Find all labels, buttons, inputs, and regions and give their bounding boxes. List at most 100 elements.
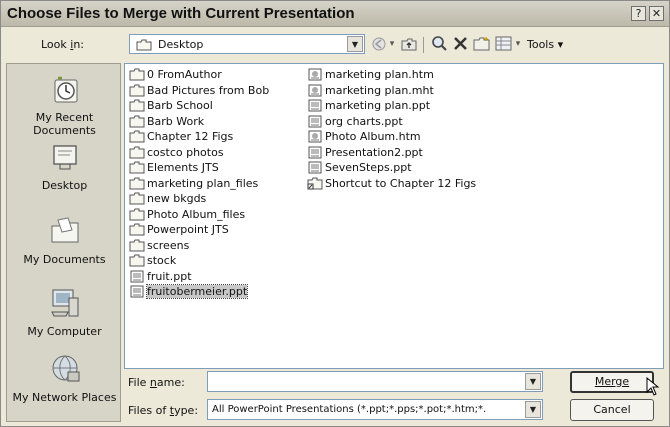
file-list-item[interactable]: Photo Album_files xyxy=(129,207,269,223)
file-list-item[interactable]: marketing plan.mht xyxy=(307,83,476,99)
file-list-item[interactable]: org charts.ppt xyxy=(307,114,476,130)
search-web-icon[interactable] xyxy=(431,35,448,52)
file-list-item-name: Bad Pictures from Bob xyxy=(147,83,270,97)
file-name-label: File name: xyxy=(128,376,185,389)
merge-files-dialog: Choose Files to Merge with Current Prese… xyxy=(0,0,670,427)
file-list-item-name: fruit.ppt xyxy=(147,269,192,283)
my-computer-icon xyxy=(50,289,78,317)
place-label-desktop: Desktop xyxy=(41,179,88,192)
file-list[interactable]: 0 FromAuthor Bad Pictures from Bob Barb Sc… xyxy=(124,63,664,369)
back-icon[interactable] xyxy=(371,36,387,52)
file-list-item[interactable]: costco photos xyxy=(129,145,269,161)
file-list-item-name: Chapter 12 Figs xyxy=(147,130,234,144)
file-list-item[interactable]: stock xyxy=(129,253,269,269)
files-of-type-label: Files of type: xyxy=(128,404,199,417)
file-list-item[interactable]: screens xyxy=(129,238,269,254)
file-list-item[interactable]: Shortcut to Chapter 12 Figs xyxy=(307,176,476,192)
file-list-item-name: costco photos xyxy=(147,145,224,159)
file-list-item-name: fruitobermeier.ppt xyxy=(145,284,249,300)
file-list-item[interactable]: marketing plan.htm xyxy=(307,67,476,83)
file-list-item-name: screens xyxy=(147,238,190,252)
place-network[interactable]: My Network Places xyxy=(7,352,122,404)
file-list-item-name: stock xyxy=(147,254,177,268)
look-in-dropdown[interactable]: Desktop ▼ xyxy=(129,34,365,54)
file-list-item-name: SevenSteps.ppt xyxy=(325,161,412,175)
folder-icon xyxy=(129,115,145,128)
file-list-item[interactable]: marketing plan.ppt xyxy=(307,98,476,114)
file-list-item[interactable]: 0 FromAuthor xyxy=(129,67,269,83)
folder-icon xyxy=(129,146,145,159)
shortcut-icon xyxy=(307,177,323,190)
views-icon[interactable] xyxy=(495,36,512,51)
folder-icon xyxy=(129,208,145,221)
ppt-file-icon xyxy=(308,99,322,112)
place-desktop[interactable]: Desktop xyxy=(7,140,122,192)
ppt-file-icon xyxy=(308,146,322,159)
tools-menu[interactable]: Tools ▾ xyxy=(527,38,563,51)
file-list-column-2: marketing plan.htm marketing plan.mht mark… xyxy=(307,67,476,191)
file-name-input[interactable]: ▼ xyxy=(207,371,543,392)
file-list-item[interactable]: Powerpoint JTS xyxy=(129,222,269,238)
toolbar-separator xyxy=(423,37,424,53)
chevron-down-icon[interactable]: ▼ xyxy=(525,373,541,390)
file-list-item[interactable]: Elements JTS xyxy=(129,160,269,176)
place-my-computer[interactable]: My Computer xyxy=(7,286,122,338)
chevron-down-icon[interactable]: ▼ xyxy=(525,401,541,418)
folder-icon xyxy=(129,84,145,97)
file-list-item[interactable]: SevenSteps.ppt xyxy=(307,160,476,176)
folder-icon xyxy=(129,161,145,174)
file-list-item[interactable]: Bad Pictures from Bob xyxy=(129,83,269,99)
folder-icon xyxy=(129,192,145,205)
htm-file-icon xyxy=(308,84,322,97)
delete-icon[interactable] xyxy=(453,36,468,51)
back-dropdown-icon[interactable]: ▾ xyxy=(387,34,397,54)
chevron-down-icon[interactable]: ▼ xyxy=(347,36,363,52)
file-list-item[interactable]: new bkgds xyxy=(129,191,269,207)
files-of-type-dropdown[interactable]: All PowerPoint Presentations (*.ppt;*.pp… xyxy=(207,399,543,420)
file-list-item[interactable]: Barb Work xyxy=(129,114,269,130)
file-list-item[interactable]: fruitobermeier.ppt xyxy=(129,284,269,300)
place-my-documents[interactable]: My Documents xyxy=(7,214,122,266)
place-recent-documents[interactable]: My Recent Documents xyxy=(7,72,122,137)
desktop-folder-icon xyxy=(136,39,152,51)
look-in-label: Look in: xyxy=(41,38,85,51)
htm-file-icon xyxy=(308,68,322,81)
cancel-button[interactable]: Cancel xyxy=(570,399,654,421)
file-list-item[interactable]: fruit.ppt xyxy=(129,269,269,285)
my-documents-icon xyxy=(51,217,78,243)
file-list-item-name: org charts.ppt xyxy=(325,114,403,128)
folder-icon xyxy=(129,254,145,267)
files-of-type-value: All PowerPoint Presentations (*.ppt;*.pp… xyxy=(212,404,487,415)
htm-file-icon xyxy=(308,130,322,143)
file-list-item-name: Presentation2.ppt xyxy=(325,145,423,159)
new-folder-icon[interactable] xyxy=(473,36,490,51)
recent-documents-icon xyxy=(54,76,77,103)
file-list-item-name: Barb School xyxy=(147,99,213,113)
folder-icon xyxy=(129,68,145,81)
close-button[interactable]: ✕ xyxy=(649,6,664,21)
file-list-item-name: marketing plan.ppt xyxy=(325,99,431,113)
file-list-item[interactable]: Presentation2.ppt xyxy=(307,145,476,161)
file-list-item-name: Elements JTS xyxy=(147,161,219,175)
folder-icon xyxy=(129,223,145,236)
up-folder-icon[interactable] xyxy=(401,36,417,52)
ppt-file-icon xyxy=(308,115,322,128)
file-list-item-name: Barb Work xyxy=(147,114,205,128)
file-list-item-name: marketing plan.mht xyxy=(325,83,434,97)
file-list-item-name: Shortcut to Chapter 12 Figs xyxy=(325,176,477,190)
file-list-item[interactable]: marketing plan_files xyxy=(129,176,269,192)
desktop-icon xyxy=(52,145,77,170)
place-label-my-documents: My Documents xyxy=(23,253,106,266)
file-list-item-name: Photo Album.htm xyxy=(325,130,421,144)
file-list-item[interactable]: Chapter 12 Figs xyxy=(129,129,269,145)
title-bar[interactable]: Choose Files to Merge with Current Prese… xyxy=(1,1,669,27)
file-list-item[interactable]: Barb School xyxy=(129,98,269,114)
help-button[interactable]: ? xyxy=(631,6,646,21)
file-list-item-name: marketing plan_files xyxy=(147,176,259,190)
ppt-file-icon xyxy=(130,285,144,298)
dialog-title: Choose Files to Merge with Current Prese… xyxy=(7,5,355,22)
ppt-file-icon xyxy=(308,161,322,174)
views-dropdown-icon[interactable]: ▾ xyxy=(513,34,523,54)
file-list-item[interactable]: Photo Album.htm xyxy=(307,129,476,145)
merge-button[interactable]: Merge xyxy=(570,371,654,393)
